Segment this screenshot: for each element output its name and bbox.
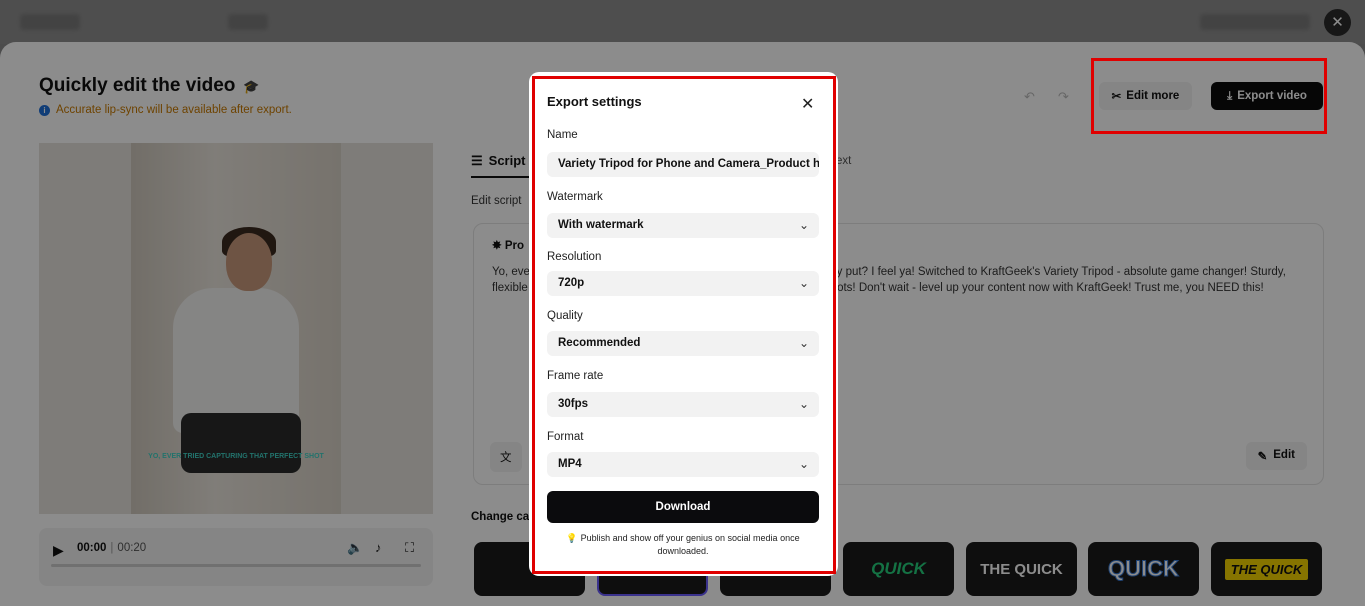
- top-bar: [0, 0, 1365, 44]
- edit-more-button[interactable]: ✂ Edit more: [1099, 82, 1192, 110]
- export-video-button[interactable]: ⤓ Export video: [1211, 82, 1323, 110]
- watermark-label: Watermark: [547, 191, 603, 203]
- edit-script-label: Edit script: [471, 195, 522, 207]
- tiktok-icon[interactable]: ♪: [375, 540, 382, 555]
- video-frame: YO, EVER TRIED CAPTURING THAT PERFECT SH…: [131, 143, 341, 514]
- export-settings-modal: Export settings ✕ Name Variety Tripod fo…: [529, 72, 838, 576]
- lightbulb-icon: 💡: [566, 533, 578, 543]
- video-preview[interactable]: YO, EVER TRIED CAPTURING THAT PERFECT SH…: [39, 143, 433, 514]
- time-display: 00:00 | 00:20: [77, 542, 147, 554]
- name-input[interactable]: Variety Tripod for Phone and Camera_Prod…: [547, 152, 819, 177]
- script-tabs: ☰ Script: [471, 153, 526, 169]
- sparkle-icon: ✸: [492, 240, 505, 252]
- scissors-icon: ✂: [1111, 91, 1122, 103]
- redo-icon[interactable]: ↷: [1058, 89, 1069, 105]
- undo-icon[interactable]: ↶: [1024, 89, 1035, 105]
- tab-text[interactable]: ext: [836, 155, 851, 167]
- pro-label: ✸ Pro: [492, 240, 525, 252]
- person-figure: [173, 288, 299, 433]
- blurred-logo: [20, 14, 80, 30]
- frame-rate-label: Frame rate: [547, 370, 604, 382]
- info-icon: i: [39, 104, 50, 116]
- caption-style-the-quick[interactable]: THE QUICK: [966, 542, 1077, 596]
- lip-sync-notice: i Accurate lip-sync will be available af…: [39, 104, 292, 116]
- chevron-down-icon: ⌄: [798, 276, 809, 290]
- translate-icon: 文: [500, 452, 512, 464]
- page-title: Quickly edit the video 🎓: [39, 75, 260, 96]
- volume-icon[interactable]: 🔈: [347, 540, 363, 556]
- caption-style-the-quick-yellow[interactable]: THE QUICK: [1211, 542, 1322, 596]
- edit-script-button[interactable]: ✎ Edit: [1245, 442, 1307, 470]
- quality-select[interactable]: Recommended ⌄: [547, 331, 819, 356]
- tab-script[interactable]: Script: [489, 153, 526, 169]
- close-icon[interactable]: ✕: [801, 94, 814, 114]
- frame-rate-select[interactable]: 30fps ⌄: [547, 392, 819, 417]
- name-label: Name: [547, 129, 578, 141]
- video-subtitle: YO, EVER TRIED CAPTURING THAT PERFECT SH…: [148, 453, 324, 460]
- quality-label: Quality: [547, 310, 583, 322]
- modal-title: Export settings: [547, 94, 642, 109]
- chevron-down-icon: ⌄: [798, 397, 809, 411]
- download-button[interactable]: Download: [547, 491, 819, 523]
- resolution-label: Resolution: [547, 251, 602, 263]
- chevron-down-icon: ⌄: [798, 336, 809, 350]
- script-doc-icon: ☰: [471, 153, 483, 168]
- caption-style-quick-green[interactable]: QUICK: [843, 542, 954, 596]
- change-captions-label: Change ca: [471, 511, 530, 523]
- chevron-down-icon: ⌄: [798, 218, 809, 232]
- share-tip: 💡 Publish and show off your genius on soc…: [566, 533, 800, 556]
- blurred-nav: [228, 14, 268, 30]
- caption-style-quick-blue[interactable]: QUICK: [1088, 542, 1199, 596]
- format-select[interactable]: MP4 ⌄: [547, 452, 819, 477]
- person-head: [226, 233, 272, 291]
- format-label: Format: [547, 431, 584, 443]
- blurred-account: [1200, 14, 1310, 30]
- resolution-select[interactable]: 720p ⌄: [547, 271, 819, 296]
- progress-bar[interactable]: [51, 564, 421, 567]
- translate-button[interactable]: 文: [490, 442, 522, 472]
- chevron-down-icon: ⌄: [798, 457, 809, 471]
- video-player-controls: ▶ 00:00 | 00:20 🔈 ♪ ⛶: [39, 528, 433, 586]
- fullscreen-icon[interactable]: ⛶: [405, 540, 414, 556]
- download-icon: ⤓: [1227, 89, 1233, 102]
- person-legs: [181, 413, 301, 473]
- tab-underline: [471, 176, 529, 178]
- watermark-select[interactable]: With watermark ⌄: [547, 213, 819, 238]
- pencil-icon: ✎: [1257, 451, 1268, 463]
- play-icon[interactable]: ▶: [53, 542, 64, 559]
- close-editor-icon[interactable]: ✕: [1324, 9, 1351, 36]
- graduation-cap-icon: 🎓: [243, 79, 260, 94]
